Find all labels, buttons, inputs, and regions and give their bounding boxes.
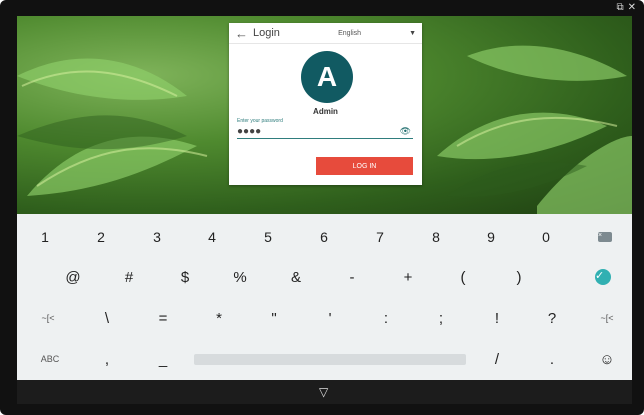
backspace-icon: ×: [598, 232, 612, 242]
backspace-key[interactable]: ×: [593, 222, 617, 252]
background-image: ← Login English ▼ A Admin Enter your pas…: [17, 16, 632, 214]
abc-key[interactable]: ABC: [35, 344, 65, 374]
key[interactable]: ~[<: [33, 303, 63, 333]
key[interactable]: 0: [534, 222, 558, 252]
key[interactable]: 2: [89, 222, 113, 252]
key[interactable]: ": [262, 303, 286, 333]
key[interactable]: ): [507, 262, 531, 292]
keyboard-row-symbols-2: ~[< \ = * " ' : ; ! ? ~[<: [17, 303, 632, 333]
key[interactable]: 6: [312, 222, 336, 252]
device-frame: ⧉ ✕ ← Login English ▼ A Admin Enter your…: [0, 0, 644, 415]
window-controls: ⧉ ✕: [616, 3, 636, 13]
key[interactable]: _: [151, 344, 175, 374]
key[interactable]: 4: [200, 222, 224, 252]
password-field[interactable]: ●●●● 👁: [237, 126, 413, 139]
key[interactable]: 9: [479, 222, 503, 252]
login-button[interactable]: LOG IN: [316, 157, 413, 175]
key[interactable]: (: [451, 262, 475, 292]
key[interactable]: !: [485, 303, 509, 333]
spacebar[interactable]: [194, 354, 466, 365]
language-selector[interactable]: English: [338, 30, 361, 37]
back-arrow-icon[interactable]: ←: [235, 26, 253, 41]
key[interactable]: \: [95, 303, 119, 333]
keyboard-row-numbers: 1 2 3 4 5 6 7 8 9 0 ×: [17, 222, 632, 252]
key[interactable]: 8: [424, 222, 448, 252]
key[interactable]: =: [151, 303, 175, 333]
key[interactable]: $: [173, 262, 197, 292]
key[interactable]: ': [318, 303, 342, 333]
key[interactable]: #: [117, 262, 141, 292]
keyboard-row-symbols-1: @ # $ % & - + ( ) ✓: [17, 262, 632, 292]
close-icon[interactable]: ✕: [628, 3, 636, 13]
login-card: ← Login English ▼ A Admin Enter your pas…: [229, 23, 422, 185]
key[interactable]: 5: [256, 222, 280, 252]
key[interactable]: -: [340, 262, 364, 292]
chevron-down-icon[interactable]: ▼: [409, 30, 416, 37]
key[interactable]: .: [540, 344, 564, 374]
key[interactable]: ?: [540, 303, 564, 333]
login-header: ← Login English ▼: [229, 23, 422, 44]
key[interactable]: %: [228, 262, 252, 292]
key[interactable]: &: [284, 262, 308, 292]
avatar: A: [301, 51, 353, 103]
system-navbar: ▽: [17, 380, 632, 404]
key[interactable]: *: [207, 303, 231, 333]
key[interactable]: ,: [95, 344, 119, 374]
username: Admin: [313, 107, 338, 116]
key[interactable]: ~[<: [592, 303, 622, 333]
key[interactable]: 7: [368, 222, 392, 252]
key[interactable]: :: [374, 303, 398, 333]
nav-back-icon[interactable]: ▽: [319, 385, 328, 399]
key[interactable]: @: [61, 262, 85, 292]
key[interactable]: /: [485, 344, 509, 374]
enter-key[interactable]: ✓: [591, 262, 615, 292]
key[interactable]: +: [396, 262, 420, 292]
popout-icon[interactable]: ⧉: [616, 3, 623, 13]
password-value: ●●●●: [237, 126, 262, 137]
key[interactable]: 3: [145, 222, 169, 252]
emoji-icon[interactable]: ☺: [592, 344, 622, 374]
key[interactable]: ;: [429, 303, 453, 333]
key[interactable]: 1: [33, 222, 57, 252]
app-screen: ← Login English ▼ A Admin Enter your pas…: [17, 16, 632, 404]
password-label: Enter your password: [237, 118, 283, 124]
avatar-initial: A: [316, 61, 338, 92]
onscreen-keyboard: 1 2 3 4 5 6 7 8 9 0 × @ # $ % & - + () …: [17, 214, 632, 380]
keyboard-row-bottom: ABC , _ / . ☺: [17, 344, 632, 374]
login-title: Login: [253, 27, 280, 39]
eye-slash-icon[interactable]: 👁: [400, 126, 411, 137]
check-icon: ✓: [595, 269, 611, 285]
